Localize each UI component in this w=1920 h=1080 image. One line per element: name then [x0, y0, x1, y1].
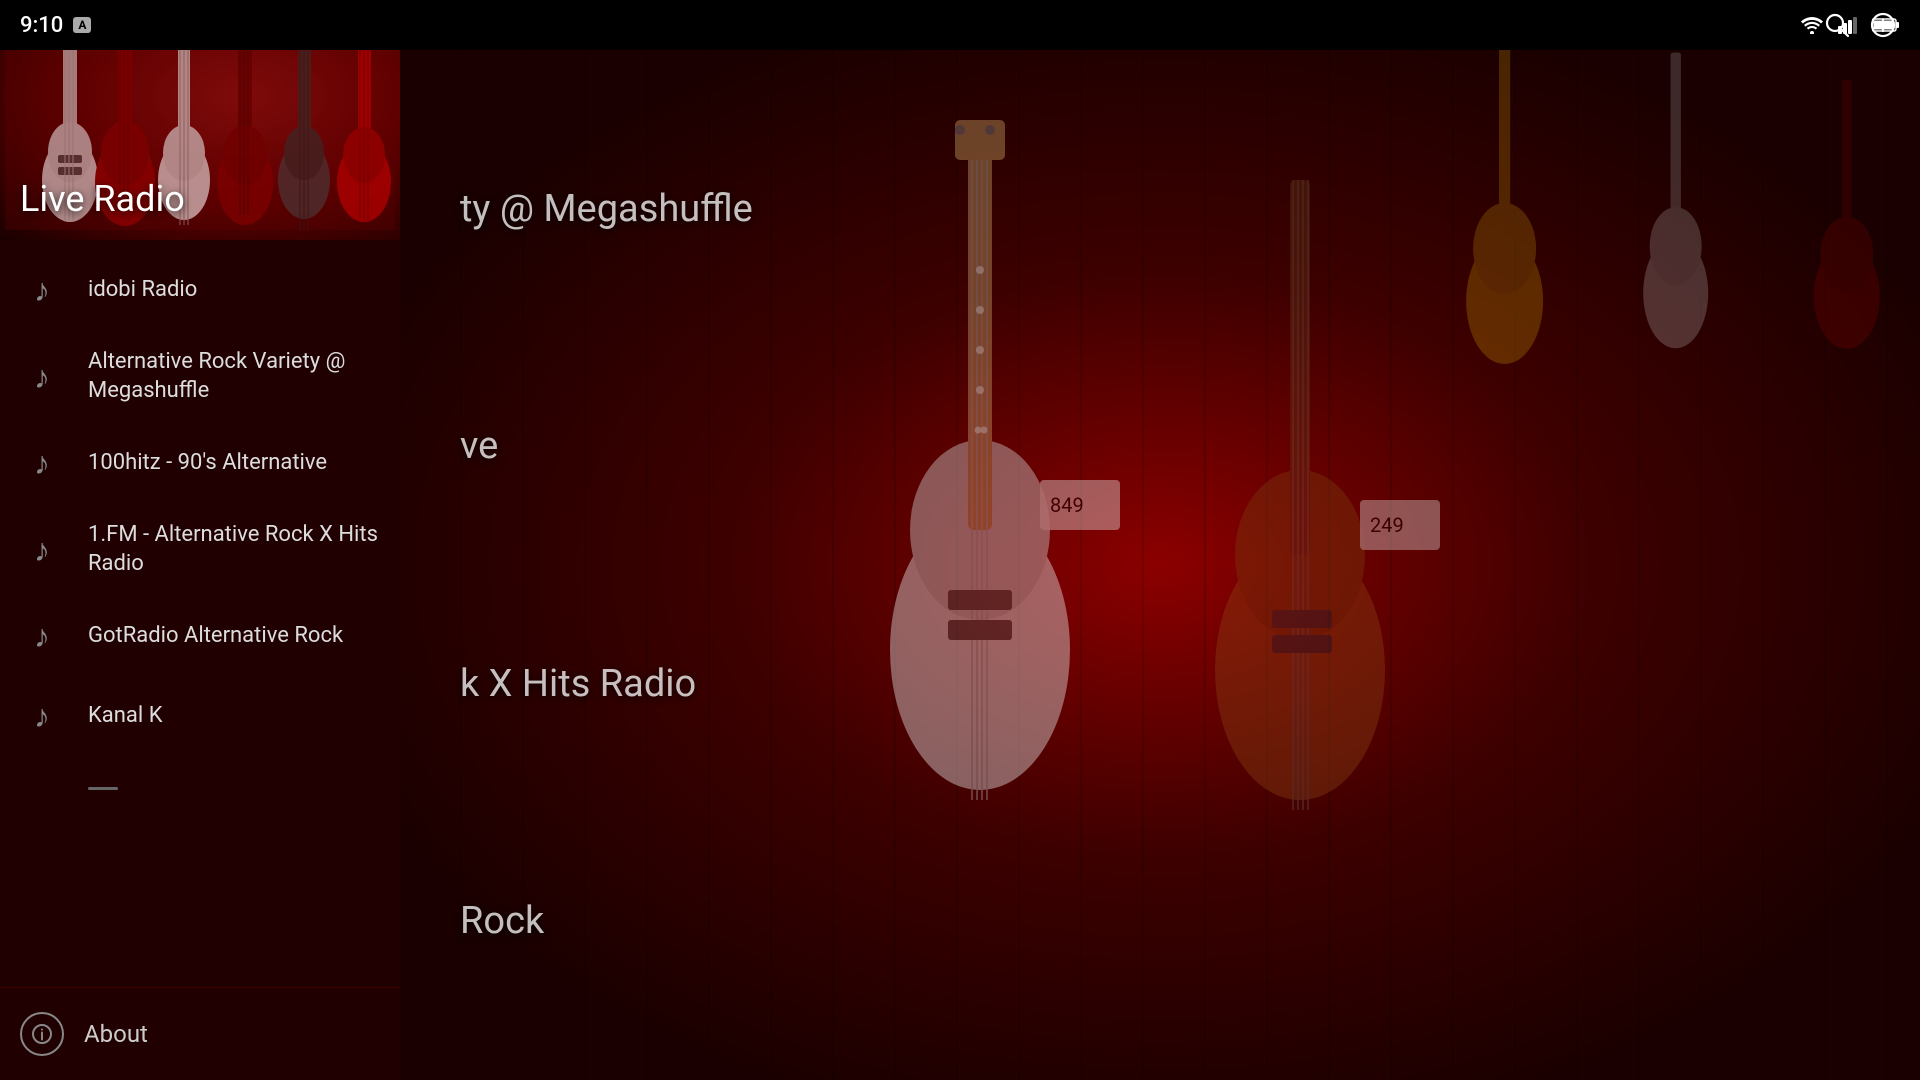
station-name-3: 100hitz - 90's Alternative: [88, 449, 327, 478]
scroll-indicator: ♪: [0, 756, 400, 816]
main-label-1: ty @ Megashuffle: [460, 187, 753, 231]
about-label: About: [84, 1020, 148, 1048]
music-note-icon-4: ♪: [20, 528, 64, 572]
station-item-1[interactable]: ♪ idobi Radio: [0, 250, 400, 330]
station-name-4: 1.FM - Alternative Rock X Hits Radio: [88, 521, 380, 578]
about-icon: [20, 1012, 64, 1056]
music-note-icon-6: ♪: [20, 694, 64, 738]
search-button[interactable]: [1824, 12, 1850, 38]
station-name-5: GotRadio Alternative Rock: [88, 622, 343, 651]
station-name-2: Alternative Rock Variety @ Megashuffle: [88, 348, 380, 405]
station-name-1: idobi Radio: [88, 276, 197, 305]
station-item-5[interactable]: ♪ GotRadio Alternative Rock: [0, 596, 400, 676]
music-note-icon-1: ♪: [20, 268, 64, 312]
station-name-6: Kanal K: [88, 702, 163, 731]
music-note-icon-5: ♪: [20, 614, 64, 658]
station-item-3[interactable]: ♪ 100hitz - 90's Alternative: [0, 423, 400, 503]
sidebar: Live Radio ♪ idobi Radio ♪ Alternative R…: [0, 0, 400, 1080]
station-item-6[interactable]: ♪ Kanal K: [0, 676, 400, 756]
music-note-icon-2: ♪: [20, 355, 64, 399]
station-list: ♪ idobi Radio ♪ Alternative Rock Variety…: [0, 240, 400, 987]
status-bar: 9:10 A: [0, 0, 1920, 50]
music-note-icon-3: ♪: [20, 441, 64, 485]
main-content: ty @ Megashuffle ve k X Hits Radio Rock: [400, 50, 1920, 1080]
main-label-2: ve: [460, 424, 498, 468]
wifi-icon: [1800, 16, 1824, 34]
main-label-3: k X Hits Radio: [460, 662, 696, 706]
info-button[interactable]: [1870, 12, 1896, 38]
status-left: 9:10 A: [20, 13, 91, 38]
main-label-4: Rock: [460, 899, 544, 943]
station-item-2[interactable]: ♪ Alternative Rock Variety @ Megashuffle: [0, 330, 400, 423]
scroll-dots: [88, 787, 118, 790]
sidebar-title: Live Radio: [20, 178, 185, 220]
status-time: 9:10: [20, 13, 63, 38]
top-right-buttons: [1824, 0, 1920, 50]
station-item-4[interactable]: ♪ 1.FM - Alternative Rock X Hits Radio: [0, 503, 400, 596]
status-badge: A: [73, 17, 91, 33]
about-section[interactable]: About: [0, 987, 400, 1080]
